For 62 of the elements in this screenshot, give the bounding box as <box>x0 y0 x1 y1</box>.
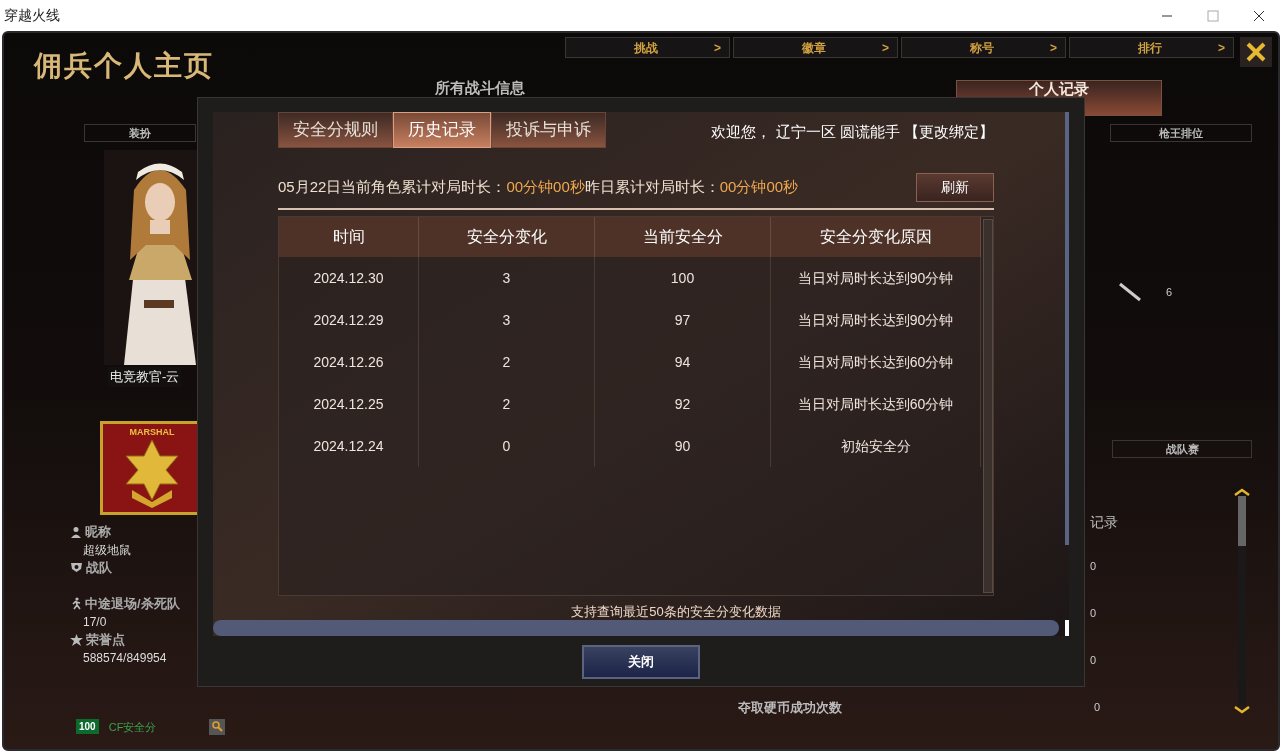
table-cell: 2 <box>419 341 595 383</box>
table-cell: 100 <box>595 257 771 299</box>
table-cell: 3 <box>419 257 595 299</box>
table-cell: 2024.12.26 <box>279 341 419 383</box>
table-cell: 当日对局时长达到90分钟 <box>771 257 981 299</box>
table-cell: 2 <box>419 383 595 425</box>
duration-value: 00分钟00秒 <box>506 177 585 198</box>
table-cell: 0 <box>419 425 595 467</box>
stat-label: 夺取硬币成功次数 <box>738 698 843 717</box>
table-cell: 3 <box>419 299 595 341</box>
table-cell: 90 <box>595 425 771 467</box>
nav-button[interactable]: 挑战 > <box>565 37 730 58</box>
field-label: 荣誉点 <box>86 630 125 649</box>
table-cell: 初始安全分 <box>771 425 981 467</box>
character-name: 电竞教官-云 <box>108 367 182 387</box>
field-label: 昵称 <box>85 522 111 541</box>
duration-label: 05月22日当前角色累计对局时长： <box>278 177 507 198</box>
column-header: 当前安全分 <box>595 217 771 257</box>
dialog-tab[interactable]: 历史记录 <box>393 112 491 148</box>
stat-value: 0 <box>1090 559 1097 575</box>
field-value: 超级地鼠 <box>83 541 132 559</box>
stat-value: 0 <box>1090 653 1097 669</box>
dialog-tab[interactable]: 投诉与申诉 <box>491 112 606 148</box>
safety-label: CF安全分 <box>108 719 158 735</box>
nav-button[interactable]: 排行 > <box>1069 37 1234 58</box>
close-button[interactable]: 关闭 <box>582 645 700 679</box>
nav-button[interactable]: 徽章 > <box>733 37 898 58</box>
duration-value: 00分钟00秒 <box>719 177 799 198</box>
rank-name: MARSHAL <box>129 425 175 438</box>
safety-score: 100 <box>76 719 99 735</box>
table-cell: 94 <box>595 341 771 383</box>
table-cell: 2024.12.24 <box>279 425 419 467</box>
footnote: 支持查询最近50条的安全分变化数据 <box>570 603 782 621</box>
field-label: 战队 <box>86 558 112 577</box>
page-title: 佣兵个人主页 <box>34 49 214 83</box>
nav-button[interactable]: 称号 > <box>901 37 1066 58</box>
table-cell: 2024.12.30 <box>279 257 419 299</box>
stat-value: 0 <box>1090 606 1097 622</box>
column-header: 安全分变化 <box>419 217 595 257</box>
table-cell: 92 <box>595 383 771 425</box>
table-cell: 当日对局时长达到60分钟 <box>771 383 981 425</box>
table-cell: 2024.12.29 <box>279 299 419 341</box>
welcome-text: 欢迎您， 辽宁一区 圆谎能手 【更改绑定】 <box>711 121 994 142</box>
table-cell: 2024.12.25 <box>279 383 419 425</box>
table-cell: 当日对局时长达到90分钟 <box>771 299 981 341</box>
dialog-tab[interactable]: 安全分规则 <box>278 112 393 148</box>
field-label: 中途退场/杀死队 <box>85 594 180 613</box>
field-value: 17/0 <box>83 613 108 631</box>
weapon-count: 6 <box>1165 284 1172 300</box>
column-header: 安全分变化原因 <box>771 217 981 257</box>
column-header: 时间 <box>279 217 419 257</box>
table-cell: 97 <box>595 299 771 341</box>
team-battle-button[interactable]: 战队赛 <box>1112 440 1252 458</box>
stat-value: 0 <box>1094 700 1101 716</box>
field-value: 588574/849954 <box>83 649 168 667</box>
table-cell: 当日对局时长达到60分钟 <box>771 341 981 383</box>
refresh-button[interactable]: 刷新 <box>916 173 994 202</box>
record-title: 记录 <box>1090 513 1119 532</box>
window-title: 穿越火线 <box>4 6 60 25</box>
duration-label: 昨日累计对局时长： <box>584 177 720 198</box>
rank-button[interactable]: 枪王排位 <box>1110 124 1252 142</box>
outfit-button[interactable]: 装扮 <box>84 124 196 142</box>
